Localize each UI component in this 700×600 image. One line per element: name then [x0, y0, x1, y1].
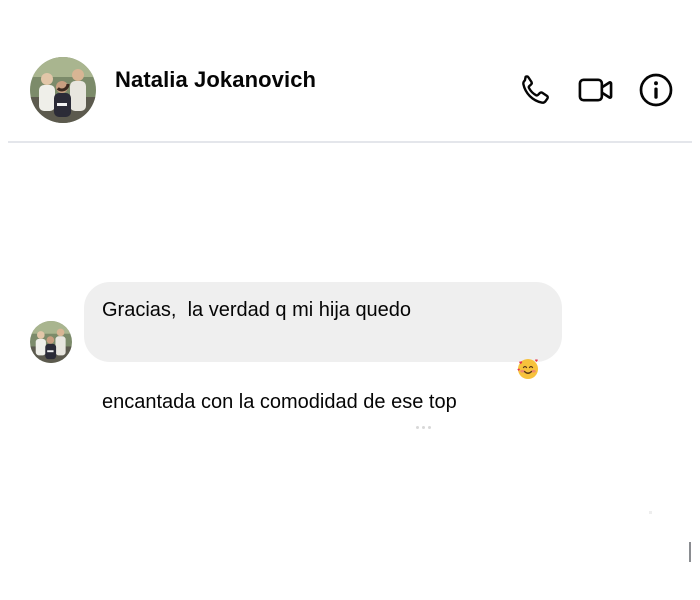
video-call-button[interactable]	[576, 70, 616, 110]
message-text-line-2-text: encantada con la comodidad de ese top	[102, 391, 457, 413]
typing-dot	[428, 426, 431, 429]
info-icon	[639, 73, 673, 107]
typing-dot	[416, 426, 419, 429]
scrollbar-thumb[interactable]	[689, 542, 691, 562]
typing-dot	[422, 426, 425, 429]
family-photo-image	[30, 321, 72, 363]
contact-name[interactable]: Natalia Jokanovich	[115, 67, 316, 93]
conversation-header: Natalia Jokanovich	[0, 0, 700, 142]
incoming-message-row: Gracias, la verdad q mi hija quedo encan…	[0, 282, 700, 413]
messenger-chat-window: Natalia Jokanovich Gracias, la verdad q …	[0, 0, 700, 600]
audio-call-button[interactable]	[516, 70, 556, 110]
header-divider	[8, 141, 692, 143]
header-actions	[496, 70, 676, 110]
message-text-line-1: Gracias, la verdad q mi hija quedo	[102, 299, 412, 321]
video-camera-icon	[578, 78, 613, 102]
phone-icon	[522, 75, 549, 104]
typing-indicator	[416, 426, 434, 429]
decorative-dot	[649, 511, 652, 514]
conversation-info-button[interactable]	[636, 70, 676, 110]
smiling-face-with-hearts-icon	[461, 326, 541, 422]
contact-avatar[interactable]	[30, 57, 96, 123]
sender-avatar[interactable]	[30, 321, 72, 363]
message-bubble[interactable]: Gracias, la verdad q mi hija quedo encan…	[84, 282, 562, 413]
family-photo-image	[30, 57, 96, 123]
message-text-line-2: encantada con la comodidad de ese top	[102, 326, 544, 422]
